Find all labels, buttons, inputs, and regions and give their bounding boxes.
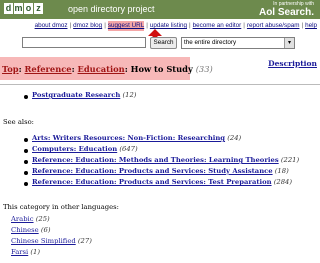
bullet-icon xyxy=(24,171,28,175)
item-count: (27) xyxy=(77,237,92,245)
subcategory-link[interactable]: Postgraduate Research xyxy=(32,91,120,99)
nav-report-abuse[interactable]: report abuse/spam xyxy=(247,21,300,31)
breadcrumb-sep: : xyxy=(71,64,75,74)
languages-heading: This category in other languages: xyxy=(3,203,119,211)
logo-letter: z xyxy=(34,3,43,14)
breadcrumb-education[interactable]: Education xyxy=(78,64,125,74)
item-count: (24) xyxy=(227,134,242,142)
chevron-down-icon[interactable]: ▾ xyxy=(284,38,294,48)
item-count: (6) xyxy=(40,226,51,234)
nav-about-dmoz[interactable]: about dmoz xyxy=(35,21,68,31)
list-item: Arts: Writers Resources: Non-Fiction: Re… xyxy=(32,134,241,142)
dmoz-logo[interactable]: d m o z xyxy=(4,3,44,14)
bullet-icon xyxy=(24,95,28,99)
list-item: Reference: Education: Products and Servi… xyxy=(32,167,289,175)
page-title: How to Study xyxy=(130,64,193,74)
list-item: Reference: Education: Methods and Theori… xyxy=(32,156,299,164)
top-banner: d m o z open directory project In partne… xyxy=(0,0,320,19)
logo-letter: o xyxy=(24,3,33,14)
page-count: (33) xyxy=(195,64,213,74)
site-tagline: open directory project xyxy=(68,4,155,14)
nav-help[interactable]: help xyxy=(305,21,317,31)
item-count: (221) xyxy=(280,156,300,164)
see-also-link[interactable]: Reference: Education: Products and Servi… xyxy=(32,178,272,186)
aol-partner-logo[interactable]: In partnership with Aol Search. xyxy=(259,1,314,18)
description-link[interactable]: Description xyxy=(268,59,317,68)
language-link[interactable]: Arabic xyxy=(11,215,34,223)
list-item: Farsi (1) xyxy=(11,248,40,256)
bullet-icon xyxy=(24,138,28,142)
breadcrumb-top[interactable]: Top xyxy=(2,64,19,74)
breadcrumb-sep: : xyxy=(18,64,22,74)
item-count: (18) xyxy=(274,167,289,175)
see-also-link[interactable]: Computers: Education xyxy=(32,145,117,153)
search-scope-select[interactable]: the entire directory ▾ xyxy=(181,37,295,49)
language-link[interactable]: Farsi xyxy=(11,248,28,256)
item-count: (25) xyxy=(35,215,50,223)
search-scope-value: the entire directory xyxy=(184,39,237,46)
search-button[interactable]: Search xyxy=(150,37,177,49)
breadcrumb-sep: : xyxy=(124,64,128,74)
nav-become-editor[interactable]: become an editor xyxy=(193,21,242,31)
list-item: Chinese (6) xyxy=(11,226,50,234)
bullet-icon xyxy=(24,149,28,153)
logo-letter: m xyxy=(14,3,23,14)
divider xyxy=(0,84,320,85)
item-count: (647) xyxy=(119,145,138,153)
item-count: (12) xyxy=(122,91,137,99)
list-item: Postgraduate Research (12) xyxy=(32,91,136,99)
see-also-link[interactable]: Arts: Writers Resources: Non-Fiction: Re… xyxy=(32,134,225,142)
bullet-icon xyxy=(24,160,28,164)
language-link[interactable]: Chinese Simplified xyxy=(11,237,76,245)
nav-suggest-url[interactable]: suggest URL xyxy=(107,21,145,31)
item-count: (1) xyxy=(30,248,41,256)
breadcrumb-reference[interactable]: Reference xyxy=(25,64,72,74)
logo-letter: d xyxy=(4,3,13,14)
partner-brand: Aol Search. xyxy=(258,7,314,18)
breadcrumb: Top: Reference: Education: How to Study … xyxy=(2,63,213,75)
list-item: Reference: Education: Products and Servi… xyxy=(32,178,292,186)
search-bar: Search the entire directory ▾ xyxy=(0,34,320,52)
see-also-heading: See also: xyxy=(3,118,34,126)
item-count: (284) xyxy=(273,178,293,186)
breadcrumb-bar: Top: Reference: Education: How to Study … xyxy=(0,55,320,83)
search-input[interactable] xyxy=(22,37,146,48)
see-also-link[interactable]: Reference: Education: Methods and Theori… xyxy=(32,156,279,164)
list-item: Computers: Education (647) xyxy=(32,145,138,153)
list-item: Arabic (25) xyxy=(11,215,50,223)
bullet-icon xyxy=(24,182,28,186)
list-item: Chinese Simplified (27) xyxy=(11,237,92,245)
language-link[interactable]: Chinese xyxy=(11,226,39,234)
nav-dmoz-blog[interactable]: dmoz blog xyxy=(73,21,102,31)
see-also-link[interactable]: Reference: Education: Products and Servi… xyxy=(32,167,273,175)
